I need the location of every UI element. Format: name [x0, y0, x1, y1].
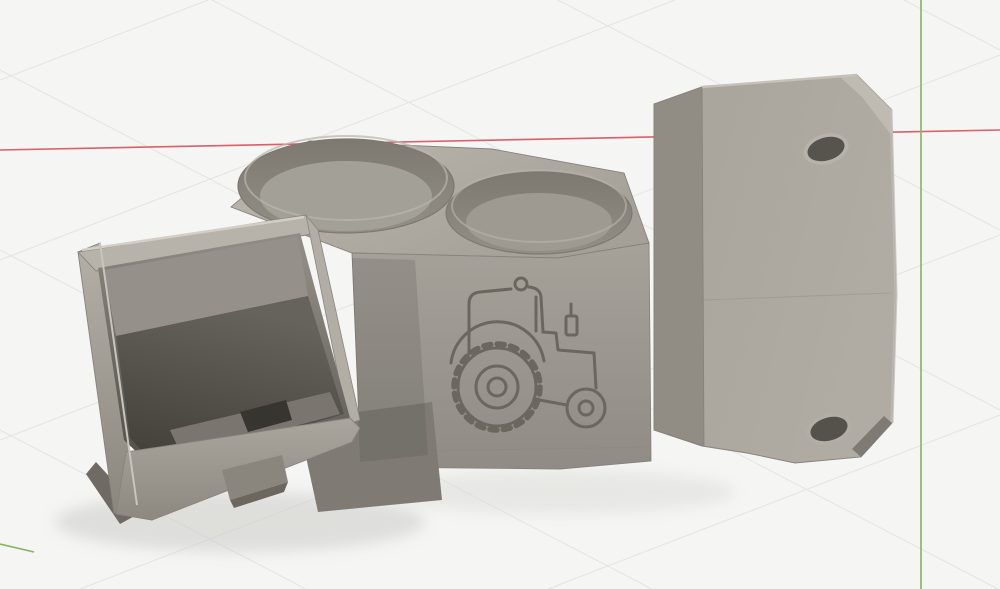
plate-left-facet[interactable] — [654, 87, 704, 446]
cradle-shadow-on-body — [352, 258, 428, 462]
cad-viewport[interactable] — [0, 0, 1000, 589]
mounting-plate[interactable] — [654, 75, 896, 463]
viewport-canvas[interactable] — [0, 0, 1000, 589]
cup-recess-left[interactable] — [238, 136, 454, 233]
cup-recess-right[interactable] — [446, 170, 632, 254]
